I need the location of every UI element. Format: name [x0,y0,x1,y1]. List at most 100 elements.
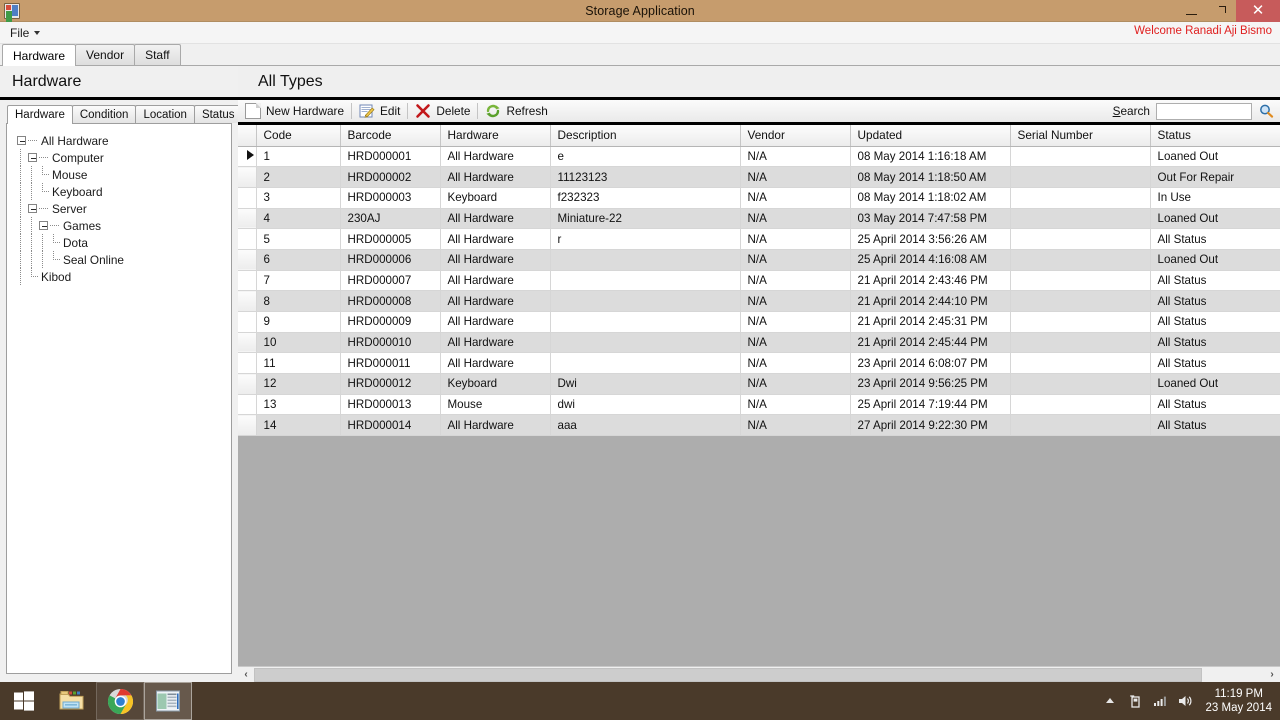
cell-status[interactable]: All Status [1150,414,1280,437]
volume-icon[interactable] [1177,693,1193,709]
table-row[interactable]: 13 HRD000013 Mouse dwi N/A 25 April 2014 7:19… [238,394,1280,416]
tree-item-dota[interactable]: Dota [11,234,227,251]
cell-vendor[interactable]: N/A [740,352,851,375]
row-selector[interactable] [238,146,257,168]
scrollbar-thumb[interactable] [254,667,1202,682]
cell-hardware[interactable]: Keyboard [440,373,551,395]
cell-vendor[interactable]: N/A [740,166,851,188]
cell-description[interactable]: aaa [550,414,741,437]
cell-hardware[interactable]: All Hardware [440,352,551,375]
cell-hardware[interactable]: All Hardware [440,228,551,250]
cell-vendor[interactable]: N/A [740,228,851,250]
tab-vendor[interactable]: Vendor [75,44,136,65]
cell-updated[interactable]: 23 April 2014 6:08:07 PM [850,352,1011,375]
cell-barcode[interactable]: HRD000008 [340,290,441,312]
cell-description[interactable] [550,352,741,375]
cell-serial-number[interactable] [1010,187,1151,209]
table-row[interactable]: 10 HRD000010 All Hardware N/A 21 April 2014 … [238,332,1280,354]
row-selector[interactable] [238,249,257,271]
cell-serial-number[interactable] [1010,373,1151,395]
cell-vendor[interactable]: N/A [740,394,851,416]
column-header-code[interactable]: Code [256,125,341,147]
cell-serial-number[interactable] [1010,249,1151,271]
cell-code[interactable]: 14 [256,414,341,437]
cell-barcode[interactable]: HRD000002 [340,166,441,188]
row-selector[interactable] [238,166,257,188]
table-row[interactable]: 5 HRD000005 All Hardware r N/A 25 April 2014 … [238,228,1280,250]
collapse-icon[interactable] [39,221,48,230]
table-row[interactable]: 6 HRD000006 All Hardware N/A 25 April 2014 4… [238,249,1280,271]
cell-updated[interactable]: 21 April 2014 2:45:31 PM [850,311,1011,333]
cell-description[interactable] [550,249,741,271]
cell-serial-number[interactable] [1010,311,1151,333]
cell-status[interactable]: All Status [1150,352,1280,375]
row-selector[interactable] [238,270,257,292]
cell-serial-number[interactable] [1010,166,1151,188]
cell-hardware[interactable]: All Hardware [440,146,551,168]
collapse-icon[interactable] [17,136,26,145]
cell-updated[interactable]: 21 April 2014 2:44:10 PM [850,290,1011,312]
cell-hardware[interactable]: All Hardware [440,290,551,312]
row-selector[interactable] [238,414,257,437]
column-header-description[interactable]: Description [550,125,741,147]
scrollbar-track[interactable] [254,666,1264,683]
cell-code[interactable]: 8 [256,290,341,312]
taskbar-clock[interactable]: 11:19 PM 23 May 2014 [1202,687,1273,715]
cell-barcode[interactable]: HRD000010 [340,332,441,354]
tree-item-kibod[interactable]: Kibod [11,268,227,285]
cell-vendor[interactable]: N/A [740,373,851,395]
cell-code[interactable]: 5 [256,228,341,250]
column-header-barcode[interactable]: Barcode [340,125,441,147]
cell-hardware[interactable]: All Hardware [440,414,551,437]
row-selector[interactable] [238,228,257,250]
cell-hardware[interactable]: All Hardware [440,166,551,188]
cell-description[interactable] [550,332,741,354]
cell-description[interactable] [550,270,741,292]
cell-vendor[interactable]: N/A [740,311,851,333]
cell-description[interactable] [550,290,741,312]
cell-barcode[interactable]: HRD000005 [340,228,441,250]
cell-hardware[interactable]: All Hardware [440,208,551,230]
scroll-right-arrow[interactable]: › [1264,666,1280,683]
new-hardware-button[interactable]: New Hardware [238,101,351,122]
cell-description[interactable]: f232323 [550,187,741,209]
cell-description[interactable]: r [550,228,741,250]
cell-status[interactable]: In Use [1150,187,1280,209]
row-selector[interactable] [238,373,257,395]
cell-code[interactable]: 2 [256,166,341,188]
cell-serial-number[interactable] [1010,146,1151,168]
cell-hardware[interactable]: All Hardware [440,270,551,292]
tree-tab-status[interactable]: Status [193,105,243,123]
cell-status[interactable]: All Status [1150,311,1280,333]
cell-status[interactable]: Out For Repair [1150,166,1280,188]
cell-serial-number[interactable] [1010,270,1151,292]
cell-vendor[interactable]: N/A [740,414,851,437]
table-row[interactable]: 12 HRD000012 Keyboard Dwi N/A 23 April 2014 9… [238,373,1280,395]
cell-barcode[interactable]: HRD000013 [340,394,441,416]
row-selector[interactable] [238,352,257,375]
cell-barcode[interactable]: 230AJ [340,208,441,230]
cell-updated[interactable]: 25 April 2014 4:16:08 AM [850,249,1011,271]
delete-button[interactable]: Delete [408,101,477,122]
edit-button[interactable]: Edit [352,101,407,122]
cell-code[interactable]: 7 [256,270,341,292]
cell-status[interactable]: All Status [1150,228,1280,250]
horizontal-scrollbar[interactable]: ‹ › [238,666,1280,683]
cell-description[interactable]: e [550,146,741,168]
table-row[interactable]: 14 HRD000014 All Hardware aaa N/A 27 April 20… [238,414,1280,437]
tree-item-keyboard[interactable]: Keyboard [11,183,227,200]
cell-description[interactable] [550,311,741,333]
row-selector[interactable] [238,187,257,209]
tree-item-mouse[interactable]: Mouse [11,166,227,183]
table-row[interactable]: 4 230AJ All Hardware Miniature-22 N/A 03 May … [238,208,1280,230]
tree-tab-condition[interactable]: Condition [71,105,137,123]
cell-hardware[interactable]: All Hardware [440,311,551,333]
cell-description[interactable]: dwi [550,394,741,416]
cell-hardware[interactable]: All Hardware [440,249,551,271]
cell-updated[interactable]: 27 April 2014 9:22:30 PM [850,414,1011,437]
cell-serial-number[interactable] [1010,208,1151,230]
cell-description[interactable]: Miniature-22 [550,208,741,230]
cell-status[interactable]: Loaned Out [1150,249,1280,271]
cell-updated[interactable]: 08 May 2014 1:18:02 AM [850,187,1011,209]
table-row[interactable]: 11 HRD000011 All Hardware N/A 23 April 2014 … [238,352,1280,375]
